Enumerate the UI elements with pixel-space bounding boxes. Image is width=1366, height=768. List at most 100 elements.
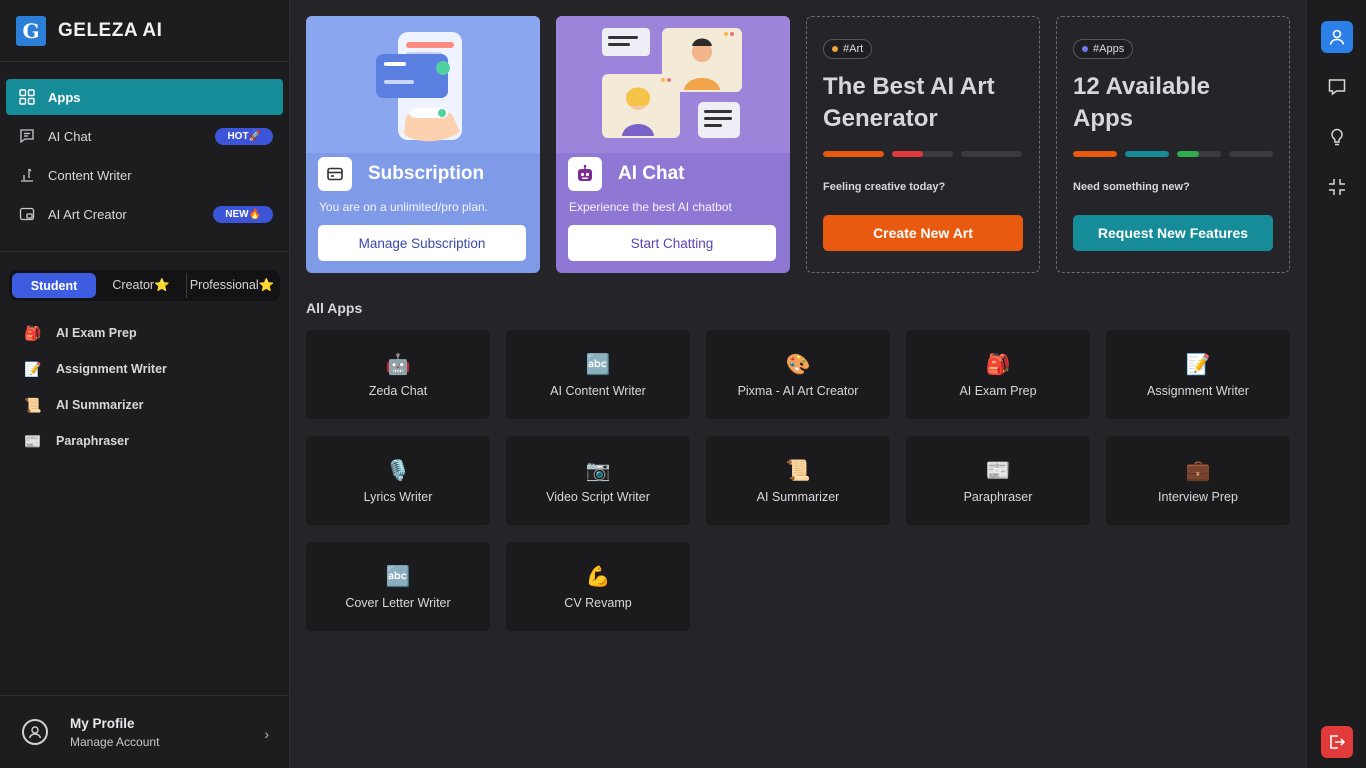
newspaper-icon: 📰 (985, 459, 1011, 482)
minimize-icon (1329, 179, 1345, 195)
card-title: AI Chat (618, 163, 685, 184)
profile-sub: Manage Account (70, 734, 160, 749)
apps-tag: #Apps (1073, 39, 1134, 59)
tag-label: #Apps (1093, 43, 1125, 55)
progress-bar (1229, 151, 1273, 157)
promo-title: 12 Available Apps (1073, 73, 1210, 132)
message-icon (1328, 79, 1346, 96)
robot-icon (568, 157, 602, 191)
microphone-icon: 🎙️ (385, 459, 411, 482)
tab-professional[interactable]: Professional⭐ (186, 273, 277, 298)
memo-icon: 📝 (24, 360, 42, 377)
backpack-icon: 🎒 (985, 353, 1011, 376)
sidebar: G GELEZA AI Apps AI Chat HOT🚀 Content Wr… (0, 0, 290, 768)
chevron-right-icon: › (264, 726, 269, 742)
create-new-art-button[interactable]: Create New Art (823, 215, 1023, 251)
progress-bar (892, 151, 953, 157)
app-tile[interactable]: 📝 Assignment Writer (1106, 330, 1290, 419)
app-tile[interactable]: 🎒 AI Exam Prep (906, 330, 1090, 419)
muscle-icon: 💪 (585, 565, 611, 588)
lightbulb-icon (1331, 128, 1343, 146)
nav-item-content-writer[interactable]: Content Writer (6, 157, 283, 193)
phone-card-illustration (306, 16, 540, 153)
image-icon (18, 205, 36, 223)
main-content: Subscription You are on a unlimited/pro … (290, 0, 1306, 768)
pen-icon (18, 166, 36, 184)
progress-bar (823, 151, 884, 157)
avatar (22, 719, 48, 745)
list-item[interactable]: 🎒 AI Exam Prep (24, 315, 289, 351)
profile-menu[interactable]: My Profile Manage Account › (0, 695, 289, 768)
app-label: Zeda Chat (368, 383, 428, 398)
app-label: Video Script Writer (546, 489, 650, 504)
nav-label: AI Art Creator (48, 206, 127, 222)
memo-icon: 📝 (1185, 353, 1211, 376)
app-tile[interactable]: 🤖 Zeda Chat (306, 330, 490, 419)
card-title: Subscription (368, 163, 485, 184)
new-badge: NEW🔥 (213, 206, 273, 223)
logout-icon (1330, 735, 1346, 749)
start-chatting-button[interactable]: Start Chatting (568, 225, 776, 261)
app-tile[interactable]: 💼 Interview Prep (1106, 436, 1290, 525)
briefcase-icon: 💼 (1185, 459, 1211, 482)
brand[interactable]: G GELEZA AI (0, 0, 289, 62)
scroll-icon: 📜 (24, 396, 42, 413)
app-tile[interactable]: 📜 AI Summarizer (706, 436, 890, 525)
tips-button[interactable] (1321, 121, 1353, 153)
list-item-label: Assignment Writer (56, 362, 167, 376)
app-label: Assignment Writer (1147, 383, 1249, 398)
tab-creator[interactable]: Creator⭐ (96, 273, 186, 298)
list-item[interactable]: 📰 Paraphraser (24, 423, 289, 459)
list-item[interactable]: 📜 AI Summarizer (24, 387, 289, 423)
progress-bar (1073, 151, 1117, 157)
app-tile[interactable]: 📰 Paraphraser (906, 436, 1090, 525)
nav-item-apps[interactable]: Apps (6, 79, 283, 115)
dot-icon (832, 46, 838, 52)
progress-bars (1073, 151, 1273, 157)
app-tile[interactable]: 🎨 Pixma - AI Art Creator (706, 330, 890, 419)
section-title: All Apps (306, 300, 363, 316)
app-label: AI Content Writer (550, 383, 646, 398)
progress-bar (1177, 151, 1221, 157)
apps-grid: 🤖 Zeda Chat 🔤 AI Content Writer 🎨 Pixma - A… (306, 330, 1290, 631)
feedback-button[interactable] (1321, 71, 1353, 103)
app-tile[interactable]: 🎙️ Lyrics Writer (306, 436, 490, 525)
wallet-icon (318, 157, 352, 191)
scroll-icon: 📜 (785, 459, 811, 482)
progress-bar (961, 151, 1022, 157)
manage-subscription-button[interactable]: Manage Subscription (318, 225, 526, 261)
app-tile[interactable]: 💪 CV Revamp (506, 542, 690, 631)
request-new-features-button[interactable]: Request New Features (1073, 215, 1273, 251)
user-button[interactable] (1321, 21, 1353, 53)
app-tile[interactable]: 📷 Video Script Writer (506, 436, 690, 525)
list-item[interactable]: 📝 Assignment Writer (24, 351, 289, 387)
abc-icon: 🔤 (385, 565, 411, 588)
ai-art-promo-card: #Art The Best AI Art Generator Feeling c… (806, 16, 1040, 273)
tab-student[interactable]: Student (12, 273, 96, 298)
app-label: CV Revamp (564, 595, 632, 610)
profile-name: My Profile (70, 715, 135, 731)
logout-button[interactable] (1321, 726, 1353, 758)
app-label: Paraphraser (963, 489, 1033, 504)
list-item-label: Paraphraser (56, 434, 129, 448)
nav-item-ai-chat[interactable]: AI Chat HOT🚀 (6, 118, 283, 154)
robot-icon: 🤖 (385, 353, 411, 376)
app-tile[interactable]: 🔤 AI Content Writer (506, 330, 690, 419)
list-item-label: AI Summarizer (56, 398, 144, 412)
main-nav: Apps AI Chat HOT🚀 Content Writer AI Art … (0, 62, 289, 252)
category-tabs: Student Creator⭐ Professional⭐ (9, 270, 280, 301)
ai-chat-card: AI Chat Experience the best AI chatbot S… (556, 16, 790, 273)
collapse-button[interactable] (1321, 171, 1353, 203)
app-tile[interactable]: 🔤 Cover Letter Writer (306, 542, 490, 631)
card-description: Experience the best AI chatbot (569, 200, 732, 214)
app-label: Cover Letter Writer (345, 595, 451, 610)
camera-icon: 📷 (585, 459, 611, 482)
chat-icon (18, 127, 36, 145)
student-app-list: 🎒 AI Exam Prep 📝 Assignment Writer 📜 AI Sum… (0, 301, 289, 459)
newspaper-icon: 📰 (24, 432, 42, 449)
progress-bar (1125, 151, 1169, 157)
nav-label: AI Chat (48, 128, 92, 144)
nav-item-ai-art-creator[interactable]: AI Art Creator NEW🔥 (6, 196, 283, 232)
nav-label: Apps (48, 89, 81, 105)
video-chat-illustration (556, 16, 790, 153)
